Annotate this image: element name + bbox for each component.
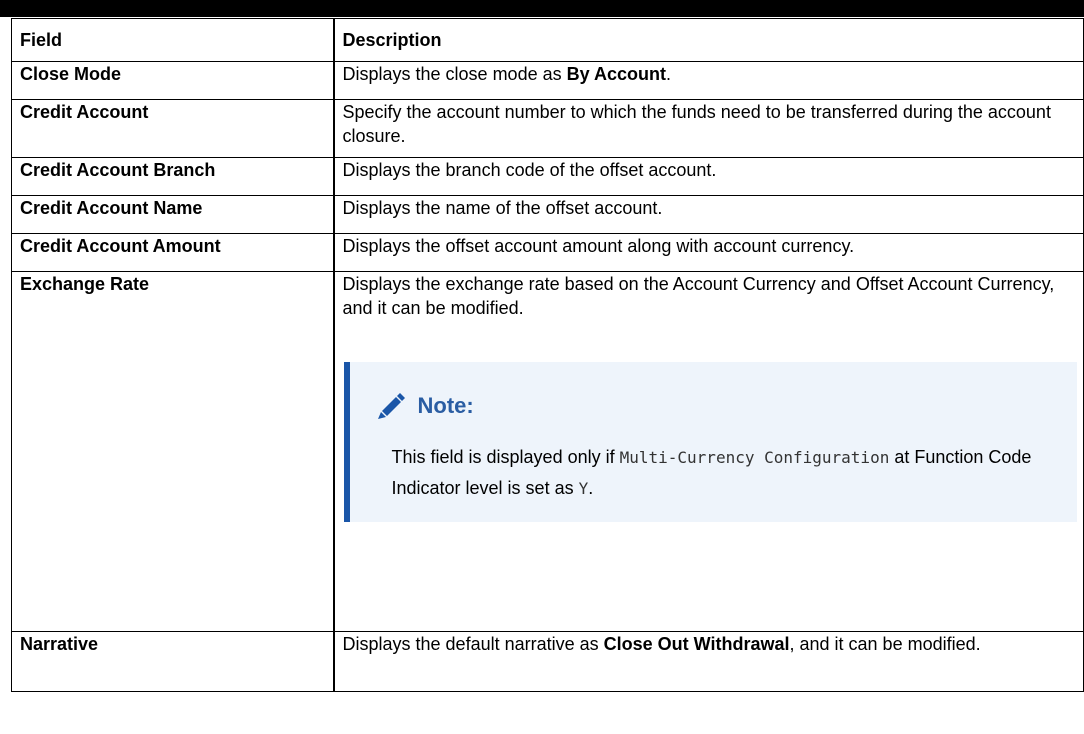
note-title: Note: xyxy=(417,393,474,418)
field-description: Displays the offset account amount along… xyxy=(333,233,1084,272)
description-text: Displays the default narrative as xyxy=(342,634,604,654)
field-description: Displays the exchange rate based on the … xyxy=(333,271,1084,632)
table-row: Credit Account Amount Displays the offse… xyxy=(11,233,1084,272)
description-text: . xyxy=(665,64,671,84)
code-multi-currency-configuration: Multi-Currency Configuration xyxy=(619,448,890,467)
description-emphasis: By Account xyxy=(566,64,666,84)
table-row: Exchange Rate Displays the exchange rate… xyxy=(11,271,1084,632)
code-value-y: Y xyxy=(578,479,589,498)
top-bar xyxy=(0,0,1084,17)
field-name-credit-account-amount: Credit Account Amount xyxy=(11,233,335,272)
field-description: Specify the account number to which the … xyxy=(333,99,1084,158)
field-name-credit-account-name: Credit Account Name xyxy=(11,195,335,234)
field-description: Displays the branch code of the offset a… xyxy=(333,157,1084,196)
description-text: , and it can be modified. xyxy=(789,634,981,654)
table-row: Credit Account Specify the account numbe… xyxy=(11,99,1084,158)
description-emphasis: Close Out Withdrawal xyxy=(603,634,790,654)
field-name-close-mode: Close Mode xyxy=(11,61,335,100)
field-description: Displays the name of the offset account. xyxy=(333,195,1084,234)
note-body: This field is displayed only if Multi-Cu… xyxy=(376,442,1064,504)
table-row: Narrative Displays the default narrative… xyxy=(11,631,1084,692)
note-text: . xyxy=(588,478,594,498)
field-description-table: Field Description Close Mode Displays th… xyxy=(11,18,1084,692)
description-text: Displays the exchange rate based on the … xyxy=(342,274,1055,318)
field-name-exchange-rate: Exchange Rate xyxy=(11,271,335,632)
field-description: Displays the default narrative as Close … xyxy=(333,631,1084,692)
pencil-icon xyxy=(377,393,405,419)
note-callout: Note: This field is displayed only if Mu… xyxy=(343,362,1077,522)
field-name-credit-account: Credit Account xyxy=(11,99,335,158)
document-page: Field Description Close Mode Displays th… xyxy=(0,0,1084,734)
note-text: This field is displayed only if xyxy=(391,447,620,467)
field-name-narrative: Narrative xyxy=(11,631,335,692)
table-row: Credit Account Branch Displays the branc… xyxy=(11,157,1084,196)
table-row: Credit Account Name Displays the name of… xyxy=(11,195,1084,234)
table-row: Close Mode Displays the close mode as By… xyxy=(11,61,1084,100)
header-description: Description xyxy=(333,18,1084,62)
header-field: Field xyxy=(11,18,335,62)
note-heading: Note: xyxy=(376,392,1064,420)
description-text: Displays the close mode as xyxy=(342,64,567,84)
field-description: Displays the close mode as By Account. xyxy=(333,61,1084,100)
field-name-credit-account-branch: Credit Account Branch xyxy=(11,157,335,196)
table-header-row: Field Description xyxy=(11,18,1084,62)
